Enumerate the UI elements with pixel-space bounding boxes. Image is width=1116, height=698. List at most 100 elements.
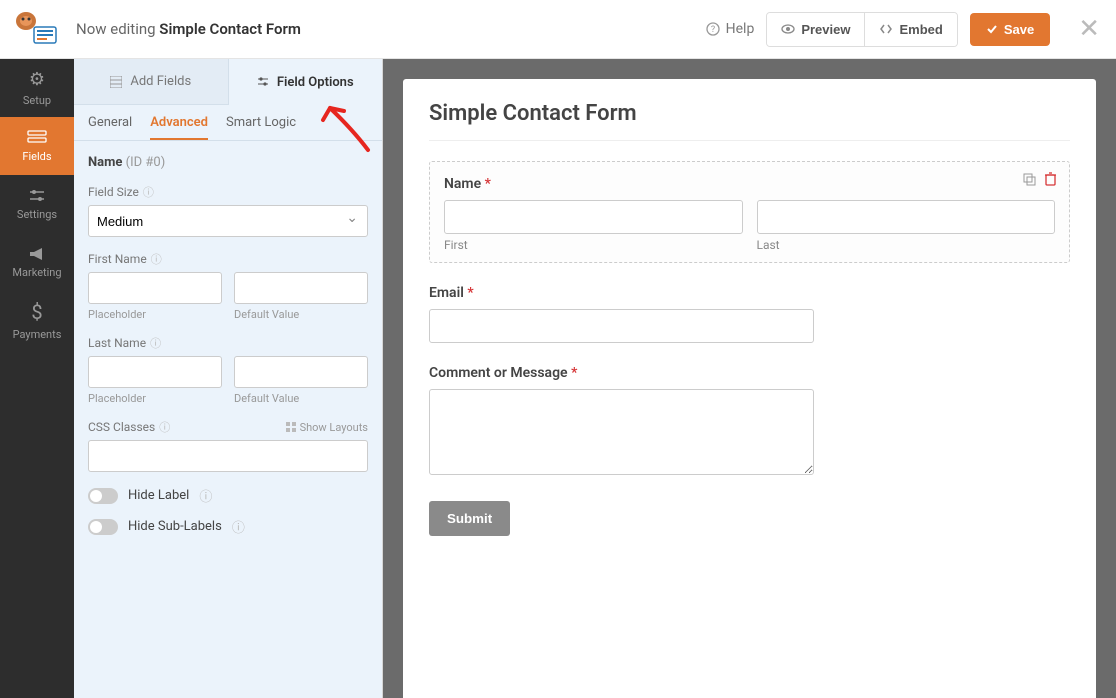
email-input[interactable] <box>429 309 814 343</box>
field-email[interactable]: Email * <box>429 285 1070 343</box>
help-icon[interactable]: ⓘ <box>151 253 162 266</box>
subtab-advanced[interactable]: Advanced <box>150 115 208 140</box>
megaphone-icon <box>28 246 46 262</box>
first-sublabel: First <box>444 238 743 252</box>
field-email-label: Email * <box>429 285 1070 301</box>
code-icon <box>879 22 893 36</box>
last-name-placeholder-input[interactable] <box>88 356 222 388</box>
field-id: (ID #0) <box>122 155 165 170</box>
default-hint: Default Value <box>234 392 368 405</box>
close-builder-button[interactable]: ✕ <box>1078 14 1100 44</box>
subtab-general[interactable]: General <box>88 115 132 140</box>
side-panel: Add Fields Field Options General Advance… <box>74 59 383 698</box>
sub-tabs: General Advanced Smart Logic <box>74 105 382 141</box>
help-icon: ? <box>706 22 720 36</box>
help-icon[interactable]: ⓘ <box>232 517 245 536</box>
wpforms-logo <box>12 9 60 49</box>
tab-add-label: Add Fields <box>130 74 191 89</box>
panel-body: Name (ID #0) Field Sizeⓘ Medium First Na… <box>74 141 382 698</box>
first-name-row: First Nameⓘ Placeholder Default Value <box>88 251 368 321</box>
hide-label-text: Hide Label <box>128 488 189 503</box>
nav-settings-label: Settings <box>17 208 57 221</box>
nav-payments-label: Payments <box>13 328 62 341</box>
css-classes-input[interactable] <box>88 440 368 472</box>
svg-text:?: ? <box>711 25 715 35</box>
field-actions <box>1022 172 1057 186</box>
hide-label-row: Hide Label ⓘ <box>88 486 368 505</box>
help-label: Help <box>726 21 755 37</box>
save-label: Save <box>1004 22 1034 37</box>
nav-setup[interactable]: ⚙ Setup <box>0 59 74 117</box>
check-icon <box>986 23 998 35</box>
subtab-smart-logic[interactable]: Smart Logic <box>226 115 296 140</box>
eye-icon <box>781 22 795 36</box>
help-icon[interactable]: ⓘ <box>143 186 154 199</box>
last-name-default-input[interactable] <box>234 356 368 388</box>
show-layouts-link[interactable]: Show Layouts <box>286 421 368 434</box>
top-bar: Now editing Simple Contact Form ? Help P… <box>0 0 1116 59</box>
field-name[interactable]: Name * First Last <box>429 161 1070 263</box>
placeholder-hint: Placeholder <box>88 392 222 405</box>
hide-sublabels-toggle[interactable] <box>88 519 118 535</box>
last-sublabel: Last <box>757 238 1056 252</box>
help-icon[interactable]: ⓘ <box>199 486 212 505</box>
section-name: Name <box>88 155 122 170</box>
preview-button[interactable]: Preview <box>767 13 864 46</box>
first-name-label: First Nameⓘ <box>88 251 368 267</box>
field-size-label: Field Sizeⓘ <box>88 184 368 200</box>
left-nav: ⚙ Setup Fields Settings Marketing $ Paym… <box>0 59 74 698</box>
tab-add-fields[interactable]: Add Fields <box>74 59 228 105</box>
dollar-icon: $ <box>31 300 42 324</box>
nav-payments[interactable]: $ Payments <box>0 291 74 349</box>
last-name-row: Last Nameⓘ Placeholder Default Value <box>88 335 368 405</box>
form-title: Simple Contact Form <box>429 101 1070 141</box>
grid-icon <box>286 422 296 432</box>
show-layouts-label: Show Layouts <box>300 421 368 434</box>
editing-prefix: Now editing <box>76 20 159 38</box>
submit-button[interactable]: Submit <box>429 501 510 536</box>
first-name-input[interactable] <box>444 200 743 234</box>
fields-icon <box>27 130 47 146</box>
nav-marketing[interactable]: Marketing <box>0 233 74 291</box>
duplicate-icon[interactable] <box>1022 172 1036 186</box>
hide-sublabels-row: Hide Sub-Labels ⓘ <box>88 517 368 536</box>
last-name-input[interactable] <box>757 200 1056 234</box>
nav-marketing-label: Marketing <box>12 266 61 279</box>
tab-field-options[interactable]: Field Options <box>228 59 383 105</box>
field-size-row: Field Sizeⓘ Medium <box>88 184 368 237</box>
panel-tabs: Add Fields Field Options <box>74 59 382 105</box>
action-group: Preview Embed <box>766 12 958 47</box>
css-classes-label: CSS Classesⓘ <box>88 419 170 435</box>
hide-sublabels-text: Hide Sub-Labels <box>128 519 222 534</box>
grid-icon <box>110 76 122 88</box>
form-canvas: Simple Contact Form Name * First Last <box>403 79 1096 698</box>
field-size-select[interactable]: Medium <box>88 205 368 237</box>
nav-fields-label: Fields <box>22 150 51 163</box>
field-comment[interactable]: Comment or Message * <box>429 365 1070 479</box>
embed-label: Embed <box>899 22 942 37</box>
last-name-label: Last Nameⓘ <box>88 335 368 351</box>
field-name-label: Name * <box>444 176 1055 192</box>
first-name-default-input[interactable] <box>234 272 368 304</box>
css-classes-row: CSS Classesⓘ Show Layouts <box>88 419 368 472</box>
nav-fields[interactable]: Fields <box>0 117 74 175</box>
first-name-placeholder-input[interactable] <box>88 272 222 304</box>
trash-icon[interactable] <box>1044 172 1057 186</box>
default-hint: Default Value <box>234 308 368 321</box>
help-link[interactable]: ? Help <box>706 21 755 37</box>
help-icon[interactable]: ⓘ <box>150 337 161 350</box>
nav-setup-label: Setup <box>23 94 51 107</box>
field-comment-label: Comment or Message * <box>429 365 1070 381</box>
embed-button[interactable]: Embed <box>864 13 956 46</box>
form-name: Simple Contact Form <box>159 20 301 38</box>
placeholder-hint: Placeholder <box>88 308 222 321</box>
nav-settings[interactable]: Settings <box>0 175 74 233</box>
hide-label-toggle[interactable] <box>88 488 118 504</box>
comment-textarea[interactable] <box>429 389 814 475</box>
sliders-icon <box>257 76 269 88</box>
gear-icon: ⚙ <box>29 69 45 90</box>
sliders-icon <box>28 188 46 204</box>
help-icon[interactable]: ⓘ <box>159 421 170 434</box>
editing-label: Now editing Simple Contact Form <box>76 20 301 38</box>
save-button[interactable]: Save <box>970 13 1050 46</box>
